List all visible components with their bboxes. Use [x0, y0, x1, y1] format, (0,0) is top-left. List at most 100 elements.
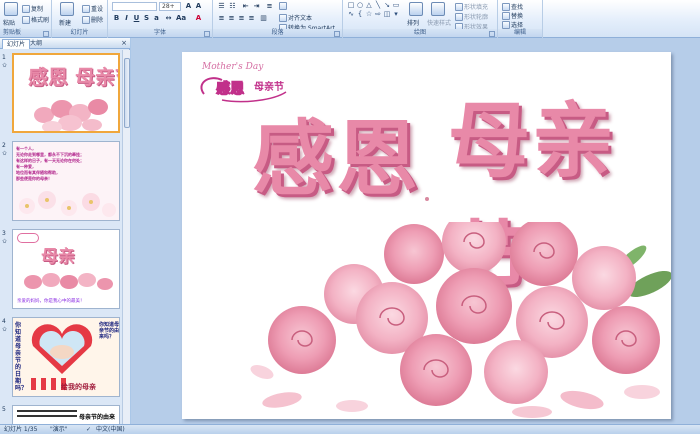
thumbnail-heart-image: [31, 324, 93, 374]
thumbnail-flowers-image: [19, 191, 116, 217]
thumbnail-bottom-text: 给我的母亲: [61, 383, 96, 391]
slide-thumbnail-2[interactable]: 有一个人， 无论你走到哪里，都永不下沉的牵挂； 有这样的日子，有一天无论你在何处…: [12, 141, 120, 221]
theme-name: "演示": [50, 426, 68, 433]
rounded-rect-shape-icon[interactable]: ▭: [392, 1, 400, 9]
star-shape-icon[interactable]: ☆: [365, 10, 373, 18]
align-left-icon[interactable]: ≡: [217, 14, 226, 23]
arrange-icon[interactable]: [409, 2, 423, 16]
font-name-combo[interactable]: [112, 2, 157, 11]
oval-shape-icon[interactable]: ○: [356, 1, 364, 9]
align-right-icon[interactable]: ≡: [237, 14, 246, 23]
close-pane-icon[interactable]: ×: [121, 39, 127, 48]
thumbnail-text-line: [17, 410, 77, 412]
find-button[interactable]: 查找: [502, 2, 523, 11]
align-text-button[interactable]: 对齐文本: [279, 13, 312, 22]
new-slide-icon[interactable]: [60, 2, 74, 16]
thumbnail-scrollbar[interactable]: [122, 50, 130, 424]
thumbnail-side-text-right: 你知道母亲节的由来吗？: [99, 322, 120, 340]
rectangle-shape-icon[interactable]: □: [347, 1, 355, 9]
logo-sub-text: 母亲节: [254, 82, 284, 93]
italic-button[interactable]: I: [122, 14, 131, 23]
delete-button[interactable]: 删除: [82, 15, 103, 24]
more-shapes-icon[interactable]: ▾: [392, 10, 400, 18]
shape-fill-button[interactable]: 形状填充: [455, 2, 488, 11]
thumbnail-number: 2: [2, 142, 6, 149]
shape-outline-button[interactable]: 形状轮廓: [455, 12, 488, 21]
justify-icon[interactable]: ≡: [247, 14, 256, 23]
drawing-launcher-icon[interactable]: [489, 31, 495, 37]
paragraph-group-label: 段落: [213, 29, 342, 37]
scrollbar-thumb[interactable]: [124, 58, 130, 128]
thumbnail-title: 母亲节的由来: [79, 414, 116, 421]
font-color-icon[interactable]: A: [194, 14, 203, 23]
numbering-icon[interactable]: ☷: [228, 2, 237, 11]
callout-shape-icon[interactable]: ◫: [383, 10, 391, 18]
underline-button[interactable]: U: [132, 14, 141, 23]
align-center-icon[interactable]: ≡: [227, 14, 236, 23]
select-button[interactable]: 选择: [502, 20, 523, 29]
transition-star-icon: ✩: [2, 62, 8, 69]
format-painter-icon: [22, 15, 30, 24]
bullets-icon[interactable]: ☰: [217, 2, 226, 11]
change-case-icon[interactable]: Aa: [176, 14, 186, 23]
slide-thumbnail-4[interactable]: 你知道母亲节的日期吗？ 你知道母亲节的由来吗？ 给我的母亲: [12, 317, 120, 397]
bold-button[interactable]: B: [112, 14, 121, 23]
font-group: 28+ A A B I U S a ↔ Aa A 字体: [108, 0, 213, 38]
find-icon: [502, 2, 510, 11]
language-status[interactable]: 中文(中国): [96, 425, 125, 434]
brace-shape-icon[interactable]: {: [356, 10, 364, 18]
reset-button[interactable]: 重设: [82, 4, 103, 13]
shadow-button[interactable]: S: [142, 14, 151, 23]
format-painter-button[interactable]: 格式刷: [22, 15, 49, 24]
char-spacing-icon[interactable]: ↔: [164, 14, 173, 23]
tab-outline[interactable]: 大纲: [26, 39, 46, 49]
slide-title-left[interactable]: 感恩: [252, 92, 420, 211]
drawing-group: □ ○ △ ╲ ↘ ▭ ∿ { ☆ ⇨ ◫ ▾ 排列 快速样式 形状填充 形状轮…: [343, 0, 498, 38]
paragraph-launcher-icon[interactable]: [334, 31, 340, 37]
drawing-group-label: 绘图: [343, 29, 497, 37]
copy-button[interactable]: 复制: [22, 4, 43, 13]
quick-styles-icon[interactable]: [431, 2, 445, 16]
slide-thumbnail-1[interactable]: 感恩 母亲节: [12, 53, 120, 133]
font-launcher-icon[interactable]: [204, 31, 210, 37]
clipboard-launcher-icon[interactable]: [43, 31, 49, 37]
pink-roses-image[interactable]: [242, 222, 671, 419]
transition-star-icon: ✩: [2, 326, 8, 333]
paste-icon[interactable]: [4, 2, 18, 16]
editing-group-label: 编辑: [498, 29, 542, 37]
triangle-shape-icon[interactable]: △: [365, 1, 373, 9]
strikethrough-button[interactable]: a: [152, 14, 161, 23]
thumbnail-number: 1: [2, 54, 6, 61]
columns-icon[interactable]: ▥: [259, 14, 268, 23]
slide-thumbnail-5[interactable]: 母亲节的由来: [12, 405, 120, 424]
slide-counter: 幻灯片 1/35: [4, 426, 38, 433]
quick-styles-button[interactable]: 快速样式: [427, 18, 451, 27]
arrow-shape-icon[interactable]: ↘: [383, 1, 391, 9]
line-shape-icon[interactable]: ╲: [374, 1, 382, 9]
slide-thumbnail-3[interactable]: 母亲 亲爱的妈妈，你是我心中的最美！: [12, 229, 120, 309]
increase-indent-icon[interactable]: ⇥: [252, 2, 261, 11]
paste-button[interactable]: 粘贴: [3, 18, 15, 27]
slide-canvas[interactable]: Mother's Day 感恩 母亲节 感恩 母亲节: [182, 52, 671, 419]
logo-main-text: 感恩: [216, 81, 245, 98]
poem-line: 那些便是你的母亲！: [16, 176, 52, 181]
font-size-combo[interactable]: 28+: [159, 2, 181, 11]
curve-shape-icon[interactable]: ∿: [347, 10, 355, 18]
arrange-button[interactable]: 排列: [407, 18, 419, 27]
new-slide-button[interactable]: 新建: [59, 18, 71, 27]
replace-button[interactable]: 替换: [502, 11, 523, 20]
grow-font-icon[interactable]: A: [184, 2, 193, 11]
decrease-indent-icon[interactable]: ⇤: [241, 2, 250, 11]
line-spacing-icon[interactable]: ≡: [265, 2, 274, 11]
text-direction-button[interactable]: [279, 2, 287, 10]
shrink-font-icon[interactable]: A: [194, 2, 203, 11]
thumbnail-subtitle: 亲爱的妈妈，你是我心中的最美！: [17, 299, 85, 304]
thumbnail-title: 母亲: [41, 247, 75, 267]
paragraph-group: ☰ ☷ ⇤ ⇥ ≡ 对齐文本 转换为 SmartArt ≡ ≡ ≡ ≡ ▥ 段落: [213, 0, 343, 38]
replace-icon: [502, 11, 510, 20]
thumbnail-roses-image: [34, 99, 108, 131]
delete-icon: [82, 15, 90, 24]
block-arrow-shape-icon[interactable]: ⇨: [374, 10, 382, 18]
thumbnail-side-text-left: 你知道母亲节的日期吗？: [15, 322, 28, 392]
slides-pane: 幻灯片 大纲 × 1 ✩ 感恩 母亲节 2 ✩: [0, 38, 130, 424]
